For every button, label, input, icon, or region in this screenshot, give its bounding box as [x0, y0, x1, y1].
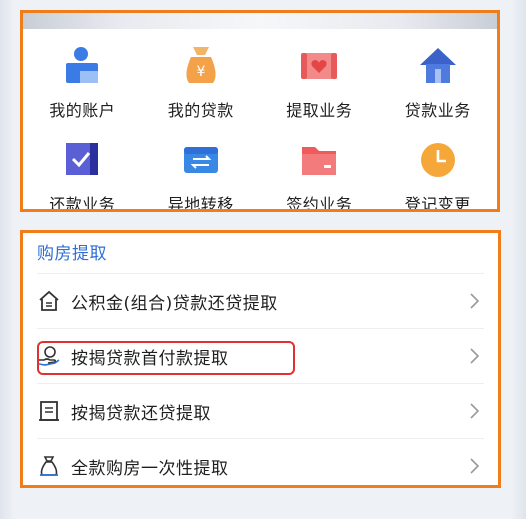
account-icon [66, 47, 99, 83]
check-box-icon [66, 143, 99, 175]
grid-item-label: 异地转移 [167, 195, 234, 212]
list-item-label: 全款购房一次性提取 [71, 458, 229, 479]
withdraw-heart-icon [301, 53, 338, 79]
left-edge-shadow [0, 0, 14, 519]
money-bag-icon: ¥ [186, 47, 216, 83]
list-item-label: 按揭贷款还贷提取 [71, 403, 211, 424]
grid-item-repayment[interactable]: 还款业务 [23, 121, 142, 212]
list-item-full-payment-one-time[interactable]: 全款购房一次性提取 [37, 438, 484, 493]
house-outline-icon [39, 290, 59, 311]
document-icon [39, 401, 59, 421]
grid-item-label: 登记变更 [404, 195, 471, 212]
withdrawal-list: 公积金(组合)贷款还贷提取 按揭贷款首付款提取 按揭贷款还贷提取 全款购房一次性… [23, 273, 498, 493]
section-title: 购房提取 [37, 244, 107, 264]
folder-icon [302, 147, 337, 175]
grid-item-loan-business[interactable]: 贷款业务 [379, 27, 498, 121]
grid-item-label: 我的贷款 [167, 101, 234, 120]
grid-item-signing[interactable]: 签约业务 [260, 121, 379, 212]
list-item-mortgage-down-payment[interactable]: 按揭贷款首付款提取 [37, 328, 484, 383]
chevron-right-icon [470, 403, 480, 419]
grid-item-withdraw[interactable]: 提取业务 [260, 27, 379, 121]
chevron-right-icon [470, 458, 480, 474]
house-purchase-withdrawal-card: 购房提取 公积金(组合)贷款还贷提取 按揭贷款首付款提取 按揭贷款还贷提取 全款… [20, 230, 501, 488]
chevron-right-icon [470, 293, 480, 309]
list-item-label: 公积金(组合)贷款还贷提取 [71, 293, 278, 314]
grid-item-my-account[interactable]: 我的账户 [23, 27, 142, 121]
grid-item-label: 提取业务 [286, 101, 353, 120]
list-item-provident-fund-loan-repayment[interactable]: 公积金(组合)贷款还贷提取 [37, 273, 484, 328]
house-icon [419, 48, 456, 83]
transfer-icon [183, 147, 218, 173]
list-item-mortgage-repayment[interactable]: 按揭贷款还贷提取 [37, 383, 484, 438]
grid-item-transfer[interactable]: 异地转移 [142, 121, 261, 212]
svg-text:¥: ¥ [196, 64, 205, 80]
list-item-label: 按揭贷款首付款提取 [71, 348, 229, 369]
grid-item-registration-change[interactable]: 登记变更 [379, 121, 498, 212]
chevron-right-icon [470, 348, 480, 364]
services-grid: 我的账户 ¥ 我的贷款 提取业务 贷款业务 还款业务 异地转移 签约业务 登记变… [23, 27, 497, 209]
hand-coin-icon [38, 346, 60, 366]
grid-item-label: 我的账户 [49, 101, 116, 120]
money-bag-outline-icon [40, 456, 58, 476]
grid-item-label: 贷款业务 [404, 101, 471, 120]
grid-item-label: 还款业务 [49, 195, 116, 212]
grid-item-label: 签约业务 [286, 195, 353, 212]
clock-icon [420, 143, 455, 177]
services-grid-card: 我的账户 ¥ 我的贷款 提取业务 贷款业务 还款业务 异地转移 签约业务 登记变… [20, 10, 500, 212]
grid-item-my-loan[interactable]: ¥ 我的贷款 [142, 27, 261, 121]
right-edge-shadow [512, 0, 526, 519]
